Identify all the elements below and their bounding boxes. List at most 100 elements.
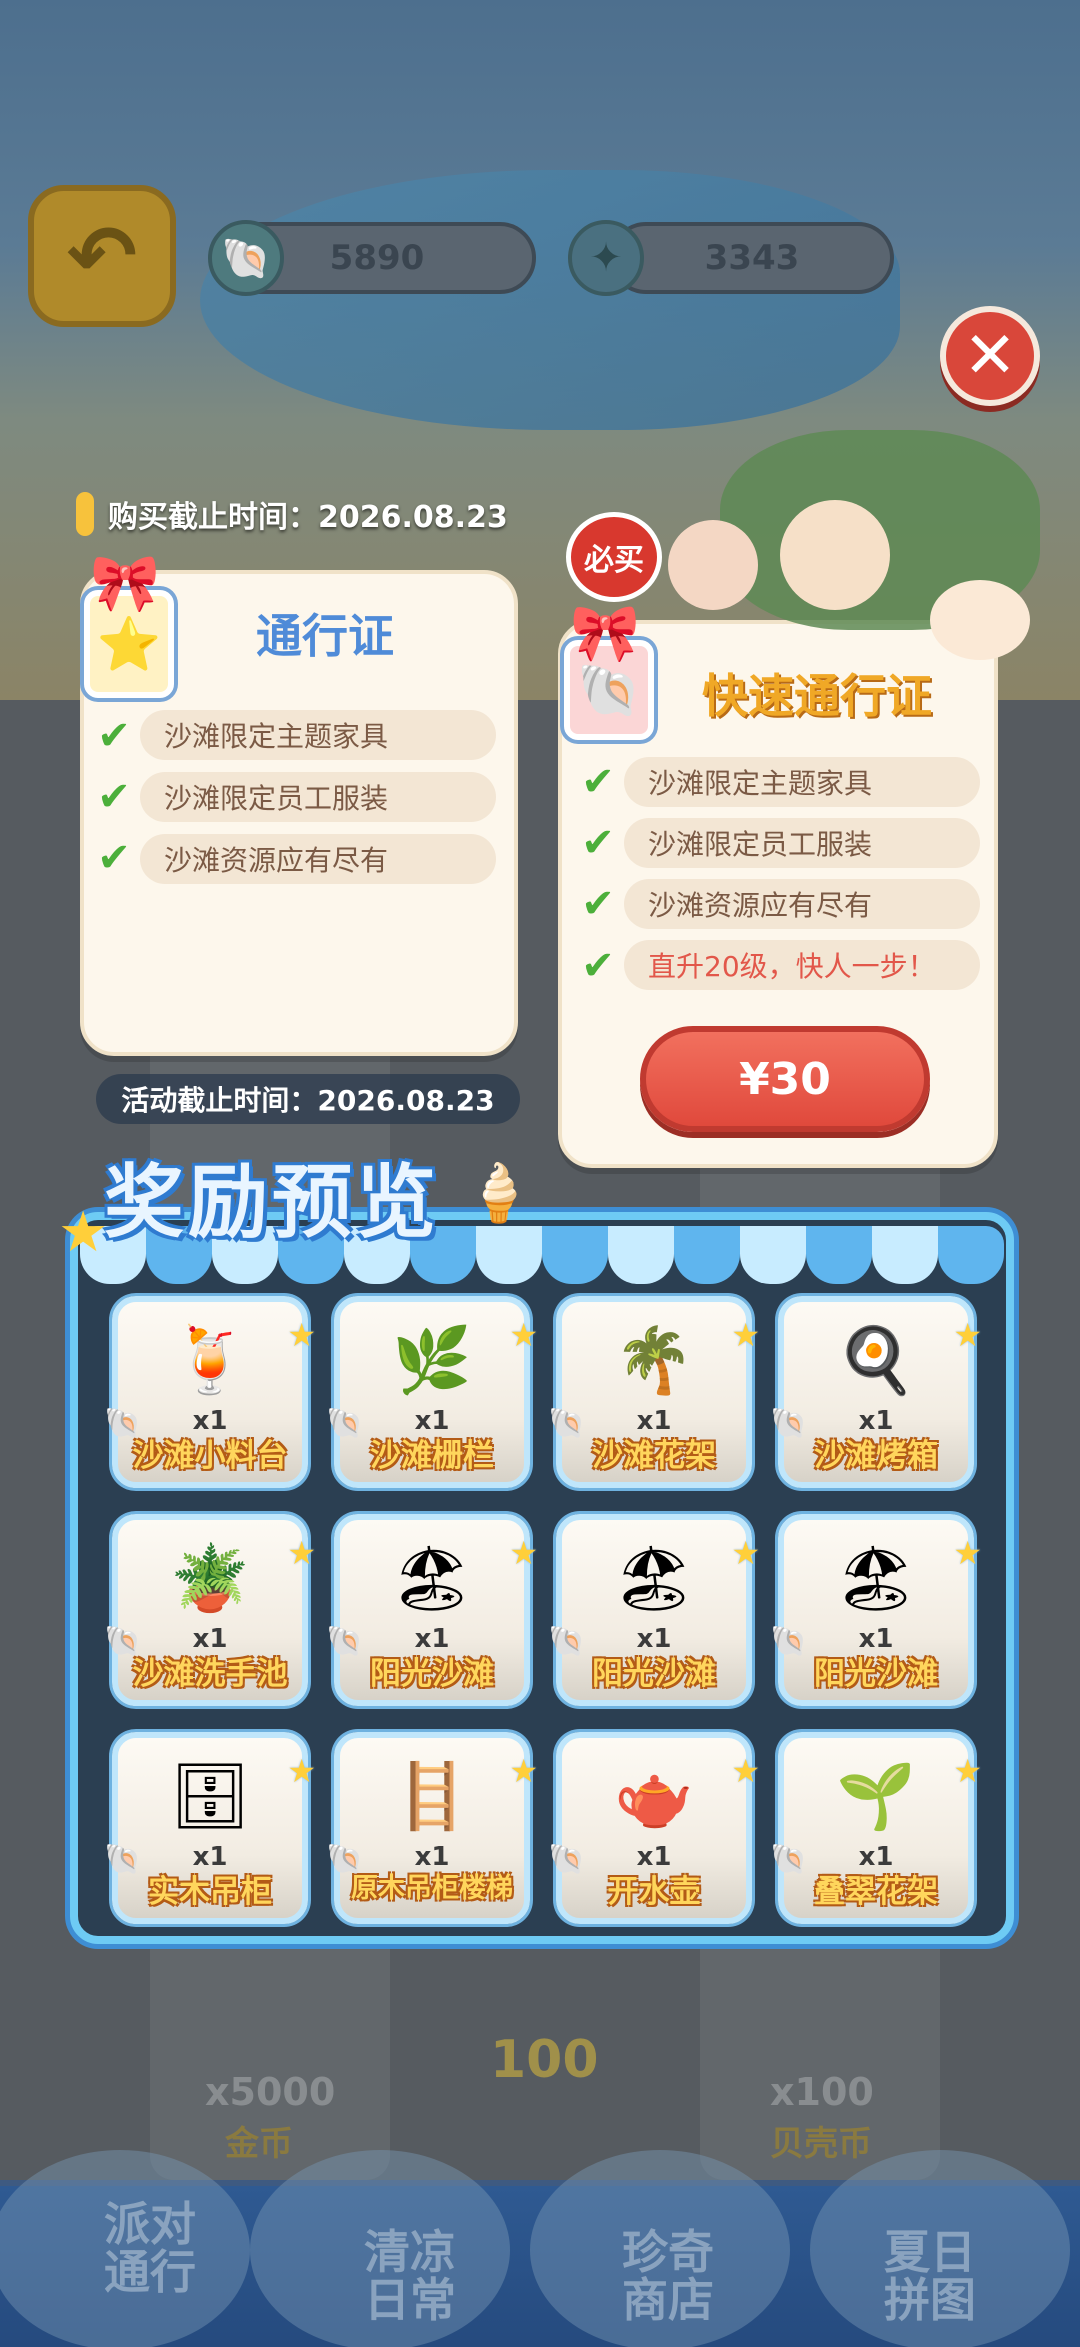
pass-title: 通行证: [256, 609, 394, 663]
snack-counter-icon: 🍹: [170, 1323, 250, 1398]
star-icon: ★: [509, 1316, 538, 1354]
shell-icon: 🐚: [326, 1406, 364, 1441]
reward-item[interactable]: 🏖 x1 阳光沙滩 ★ 🐚: [326, 1514, 538, 1706]
reward-name: 沙滩栅栏: [370, 1438, 494, 1474]
ice-cream-icon: 🍦: [464, 1161, 534, 1226]
star-icon: ★: [509, 1752, 538, 1790]
shell-icon: 🐚: [770, 1842, 808, 1877]
nav-summer-puzzle[interactable]: 夏日 拼图: [830, 2228, 1030, 2324]
reward-name: 沙滩洗手池: [132, 1656, 288, 1692]
reward-item[interactable]: 🏖 x1 阳光沙滩 ★ 🐚: [770, 1514, 982, 1706]
check-icon: ✔: [581, 820, 615, 866]
shell-icon: 🐚: [326, 1842, 364, 1877]
reward-name: 阳光沙滩: [370, 1656, 494, 1692]
back-arrow-icon: ↶: [66, 207, 138, 305]
fence-icon: 🌿: [392, 1323, 472, 1398]
must-buy-badge: 必买: [566, 512, 662, 602]
shell-icon: 🐚: [770, 1406, 808, 1441]
nav-label-line1: 清凉: [364, 2225, 456, 2279]
background-gold-label: 金币: [225, 2124, 293, 2164]
background-level-label: 100: [490, 2030, 599, 2090]
starfish-icon: ★: [58, 1200, 109, 1265]
reward-item[interactable]: 🫖 x1 开水壶 ★ 🐚: [548, 1732, 760, 1924]
reward-item[interactable]: 🪴 x1 沙滩洗手池 ★ 🐚: [104, 1514, 316, 1706]
reward-item[interactable]: 🍳 x1 沙滩烤箱 ★ 🐚: [770, 1296, 982, 1488]
oven-icon: 🍳: [836, 1323, 916, 1398]
reward-item[interactable]: 🍹 x1 沙滩小料台 ★ 🐚: [104, 1296, 316, 1488]
reward-item[interactable]: 🌱 x1 叠翠花架 ★ 🐚: [770, 1732, 982, 1924]
reward-name: 阳光沙滩: [592, 1656, 716, 1692]
bow-icon: 🎀: [570, 601, 640, 666]
fast-pass-title: 快速通行证: [702, 669, 932, 723]
reward-name: 沙滩小料台: [132, 1438, 288, 1474]
background-gold-amount: x5000: [205, 2070, 336, 2114]
check-icon: ✔: [97, 713, 131, 759]
shell-icon: 🐚: [548, 1624, 586, 1659]
stairs-icon: 🪜: [392, 1759, 472, 1834]
star-icon: ★: [287, 1752, 316, 1790]
check-icon: ✔: [97, 774, 131, 820]
fast-pass-feature: 沙滩资源应有尽有: [624, 879, 980, 929]
background-shell-amount: x100: [770, 2070, 874, 2114]
reward-preview-title: 奖励预览: [104, 1156, 440, 1249]
star-icon: ★: [953, 1752, 982, 1790]
check-icon: ✔: [97, 835, 131, 881]
shell-icon: 🐚: [208, 220, 284, 296]
reward-item[interactable]: 🌴 x1 沙滩花架 ★ 🐚: [548, 1296, 760, 1488]
reward-item[interactable]: 🌿 x1 沙滩栅栏 ★ 🐚: [326, 1296, 538, 1488]
check-icon: ✔: [581, 943, 615, 989]
nav-label-line2: 拼图: [884, 2273, 976, 2327]
star-icon: ★: [287, 1316, 316, 1354]
flower-stand-icon: 🌴: [614, 1323, 694, 1398]
character-avatar: [780, 500, 890, 610]
back-button[interactable]: ↶: [28, 185, 176, 327]
nav-party-pass[interactable]: 派对 通行: [50, 2200, 250, 2296]
nav-label-line1: 珍奇: [622, 2225, 714, 2279]
buy-fast-pass-button[interactable]: ¥30: [640, 1026, 930, 1132]
nav-rare-shop[interactable]: 珍奇 商店: [568, 2228, 768, 2324]
star-icon: ★: [509, 1534, 538, 1572]
reward-name: 阳光沙滩: [814, 1656, 938, 1692]
nav-label-line2: 商店: [622, 2273, 714, 2327]
wall-cabinet-icon: 🗄: [169, 1759, 251, 1834]
beach-photo-icon: 🏖: [613, 1541, 695, 1616]
close-button[interactable]: ✕: [940, 306, 1040, 406]
shell-icon: 🐚: [548, 1842, 586, 1877]
bow-icon: 🎀: [90, 551, 160, 616]
reward-name: 开水壶: [607, 1874, 701, 1910]
reward-name: 沙滩烤箱: [814, 1438, 938, 1474]
nav-cool-daily[interactable]: 清凉 日常: [310, 2228, 510, 2324]
nav-label-line1: 夏日: [884, 2225, 976, 2279]
plant-stand-icon: 🌱: [836, 1759, 916, 1834]
reward-name: 沙滩花架: [592, 1438, 716, 1474]
fast-pass-feature-highlight: 直升20级，快人一步！: [624, 940, 980, 990]
shell-icon: 🐚: [770, 1624, 808, 1659]
activity-deadline: 活动截止时间：2026.08.23: [96, 1074, 520, 1124]
warning-icon: [76, 492, 94, 536]
reward-item[interactable]: 🏖 x1 阳光沙滩 ★ 🐚: [548, 1514, 760, 1706]
fast-pass-feature: 沙滩限定员工服装: [624, 818, 980, 868]
shell-icon: 🐚: [104, 1624, 142, 1659]
character-avatar: [668, 520, 758, 610]
star-icon: ★: [731, 1752, 760, 1790]
check-icon: ✔: [581, 881, 615, 927]
kettle-icon: 🫖: [614, 1759, 694, 1834]
shell-icon: 🐚: [104, 1406, 142, 1441]
star-icon: ★: [287, 1534, 316, 1572]
pass-feature: 沙滩资源应有尽有: [140, 834, 496, 884]
purchase-deadline: 购买截止时间：2026.08.23: [108, 500, 508, 535]
star-icon: ★: [731, 1316, 760, 1354]
nav-label-line1: 派对: [104, 2197, 196, 2251]
wash-basin-icon: 🪴: [170, 1541, 250, 1616]
shell-count: 5890: [329, 238, 425, 278]
nav-label-line2: 通行: [104, 2245, 196, 2299]
reward-item[interactable]: 🗄 x1 实木吊柜 ★ 🐚: [104, 1732, 316, 1924]
reward-item[interactable]: 🪜 x1 原木吊柜楼梯 ★ 🐚: [326, 1732, 538, 1924]
reward-name: 原木吊柜楼梯: [351, 1873, 513, 1904]
shell-icon: 🐚: [326, 1624, 364, 1659]
pass-feature: 沙滩限定员工服装: [140, 772, 496, 822]
background-sea: [200, 170, 900, 430]
star-count: 3343: [704, 238, 800, 278]
fast-pass-feature: 沙滩限定主题家具: [624, 757, 980, 807]
beach-photo-icon: 🏖: [391, 1541, 473, 1616]
